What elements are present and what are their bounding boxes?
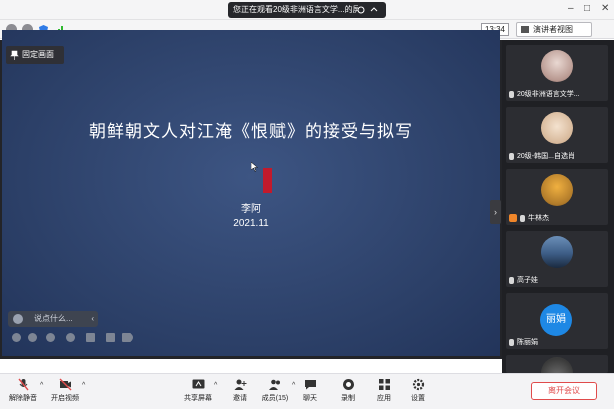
chat-icon — [304, 380, 316, 390]
share-banner[interactable]: 您正在观看20级非洲语言文学...的屏幕 — [228, 2, 386, 18]
quick-chat-input[interactable]: 说点什么... ‹ — [8, 311, 98, 327]
screen-share-icon — [509, 90, 514, 98]
participant-name: 陈丽娟 — [517, 339, 538, 346]
participant-initials-avatar: 丽娟 — [540, 304, 572, 336]
participant-tile[interactable]: 牛林杰 — [506, 169, 608, 225]
mouse-cursor-icon — [251, 162, 259, 172]
participant-avatar — [541, 50, 573, 82]
participant-tile[interactable]: 高子娃 — [506, 231, 608, 287]
audio-options-chevron-icon[interactable]: ^ — [40, 382, 43, 389]
share-screen-icon — [192, 379, 204, 389]
close-icon[interactable]: ✕ — [601, 3, 609, 14]
participant-name: 20级-韩国...自选肖 — [517, 153, 575, 160]
mic-muted-icon — [509, 276, 514, 284]
participant-avatar — [541, 236, 573, 268]
mic-muted-icon — [17, 378, 29, 391]
view-mode-button[interactable]: 演讲者视图 — [516, 22, 592, 37]
invite-button[interactable]: 邀请 — [226, 378, 254, 403]
mic-muted-icon — [509, 152, 514, 160]
participant-name: 高子娃 — [517, 277, 538, 284]
apps-button[interactable]: 应用 — [372, 378, 396, 403]
pin-screen-label: 固定画面 — [22, 50, 54, 59]
emoji-icon[interactable] — [13, 314, 23, 324]
quick-chat-placeholder: 说点什么... — [34, 314, 73, 323]
participant-name: 牛林杰 — [528, 215, 549, 222]
chevron-left-icon[interactable]: ‹ — [91, 311, 94, 327]
record-label: 录制 — [341, 395, 355, 402]
banner-settings-icon[interactable] — [357, 6, 365, 14]
share-screen-button[interactable]: 共享屏幕 — [182, 378, 214, 403]
next-icon[interactable] — [28, 333, 37, 342]
record-button[interactable]: 录制 — [336, 378, 360, 403]
participant-tile[interactable]: 20级-韩国...自选肖 — [506, 107, 608, 163]
gear-icon — [412, 378, 424, 391]
more-icon[interactable] — [124, 333, 133, 342]
invite-icon — [234, 379, 246, 390]
participants-button[interactable]: 成员(15) — [258, 378, 292, 403]
participant-avatar — [541, 112, 573, 144]
window-titlebar: 您正在观看20级非洲语言文学...的屏幕 – □ ✕ — [0, 0, 614, 20]
share-options-chevron-icon[interactable]: ^ — [214, 382, 217, 389]
grid-view-icon — [521, 26, 529, 33]
video-off-icon — [59, 378, 71, 391]
apps-icon — [378, 379, 390, 390]
prev-icon[interactable] — [12, 333, 21, 342]
slide-date: 2021.11 — [233, 218, 269, 229]
participants-label: 成员(15) — [261, 395, 289, 402]
invite-label: 邀请 — [233, 395, 247, 402]
slide-title: 朝鲜朝文人对江淹《恨赋》的接受与拟写 — [89, 122, 413, 142]
unmute-button[interactable]: 解除静音 — [6, 378, 40, 403]
participant-tile[interactable]: 20级非洲语言文学... — [506, 45, 608, 101]
participant-avatar — [541, 174, 573, 206]
screenshot-icon[interactable] — [106, 333, 115, 342]
banner-collapse-icon[interactable] — [370, 6, 378, 14]
participant-name: 20级非洲语言文学... — [517, 91, 580, 98]
participants-icon — [268, 379, 280, 390]
view-mode-label: 演讲者视图 — [533, 25, 573, 34]
settings-label: 设置 — [411, 395, 425, 402]
host-icon — [509, 214, 517, 223]
start-video-label: 开启视频 — [51, 395, 79, 402]
pen-icon[interactable] — [46, 333, 55, 342]
apps-label: 应用 — [377, 395, 391, 402]
settings-button[interactable]: 设置 — [406, 378, 430, 403]
participant-avatar — [541, 357, 573, 373]
collapse-gallery-button[interactable]: › — [490, 200, 501, 224]
mic-muted-icon — [520, 214, 525, 222]
red-seal-stamp — [263, 168, 272, 193]
video-options-chevron-icon[interactable]: ^ — [82, 382, 85, 389]
pin-screen-button[interactable]: 固定画面 — [6, 46, 64, 64]
leave-meeting-button[interactable]: 离开会议 — [531, 382, 597, 400]
participant-tile[interactable] — [506, 355, 608, 373]
start-video-button[interactable]: 开启视频 — [48, 378, 82, 403]
participants-chevron-icon[interactable]: ^ — [292, 382, 295, 389]
meeting-controls: 解除静音 ^ 开启视频 ^ 共享屏幕 ^ 邀请 成员(15) ^ 聊天 录制 应… — [0, 373, 614, 409]
pin-icon — [10, 50, 19, 60]
chat-label: 聊天 — [303, 395, 317, 402]
participant-tile[interactable]: 丽娟 陈丽娟 — [506, 293, 608, 349]
chat-button[interactable]: 聊天 — [298, 378, 322, 403]
maximize-icon[interactable]: □ — [584, 3, 590, 14]
unmute-label: 解除静音 — [9, 395, 37, 402]
presentation-slide — [2, 30, 500, 356]
laser-icon[interactable] — [66, 333, 75, 342]
camera-icon[interactable] — [86, 333, 95, 342]
record-icon — [342, 379, 354, 390]
share-screen-label: 共享屏幕 — [184, 395, 212, 402]
mic-muted-icon — [509, 338, 514, 346]
minimize-icon[interactable]: – — [568, 3, 574, 14]
slide-author: 李阿 — [241, 204, 261, 215]
share-banner-text: 您正在观看20级非洲语言文学...的屏幕 — [233, 5, 358, 14]
